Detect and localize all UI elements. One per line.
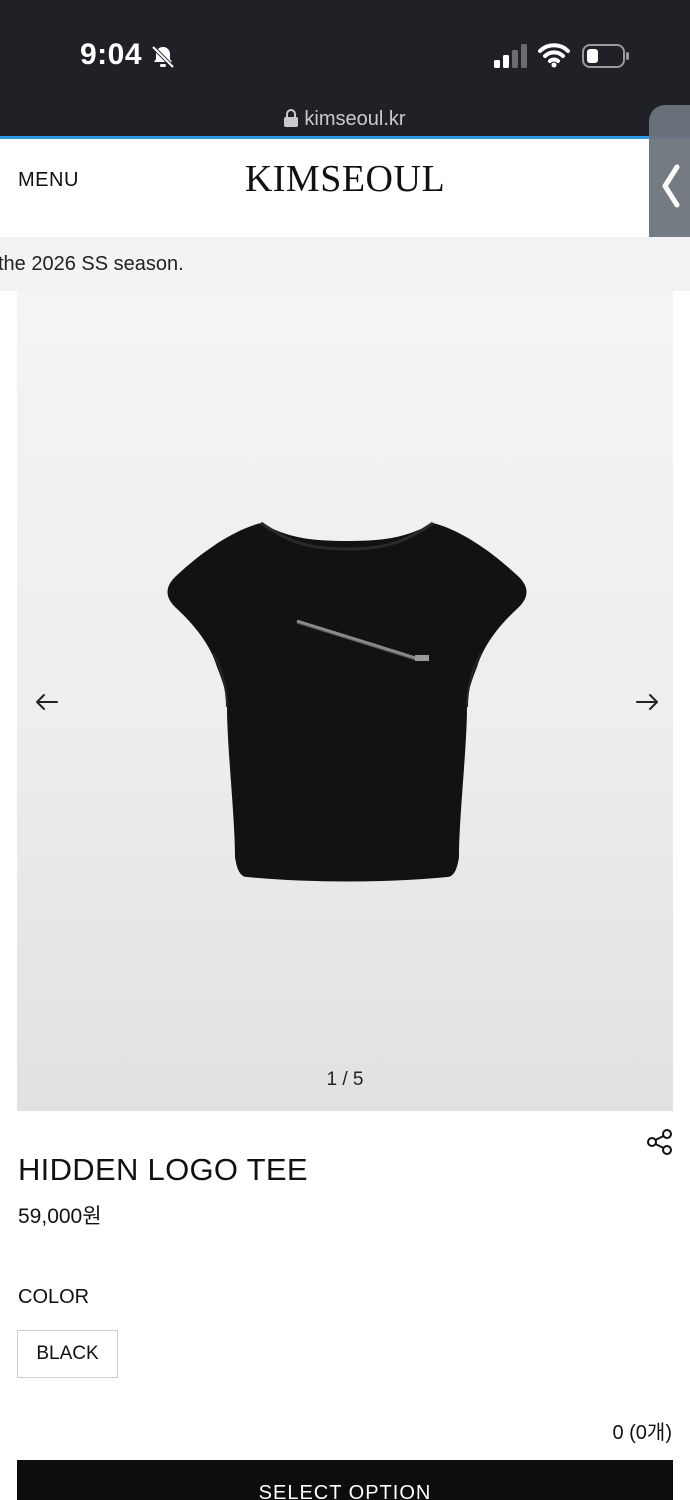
selected-quantity-summary: 0 (0개) [612,1422,672,1444]
wifi-icon [538,43,570,68]
product-image [167,521,527,882]
previous-image-arrow-icon[interactable] [35,693,59,711]
brand-logo[interactable]: KIMSEOUL [0,157,690,201]
color-option-label: COLOR [18,1286,90,1308]
product-gallery[interactable]: 1 / 5 [17,291,673,1111]
product-title: HIDDEN LOGO TEE [18,1152,308,1187]
share-icon[interactable] [646,1128,674,1156]
next-image-arrow-icon[interactable] [635,693,659,711]
bell-muted-icon [151,45,175,69]
gallery-pager: 1 / 5 [326,1069,364,1090]
color-option-black[interactable]: BLACK [17,1330,118,1378]
cellular-signal-icon [494,44,527,68]
notice-banner: the 2026 SS season. [0,237,690,291]
site-header: MENU KIMSEOUL [0,139,690,237]
status-time: 9:04 [80,38,143,71]
notice-text: the 2026 SS season. [0,253,184,275]
status-bar: 9:04 kimseoul.kr [0,0,690,139]
address-bar[interactable]: kimseoul.kr [0,108,690,131]
lock-icon [284,109,299,127]
product-price: 59,000원 [18,1205,102,1228]
select-option-button[interactable]: SELECT OPTION [17,1460,673,1500]
battery-icon [582,44,629,68]
url-text: kimseoul.kr [304,108,406,130]
chevron-left-icon [662,164,680,208]
